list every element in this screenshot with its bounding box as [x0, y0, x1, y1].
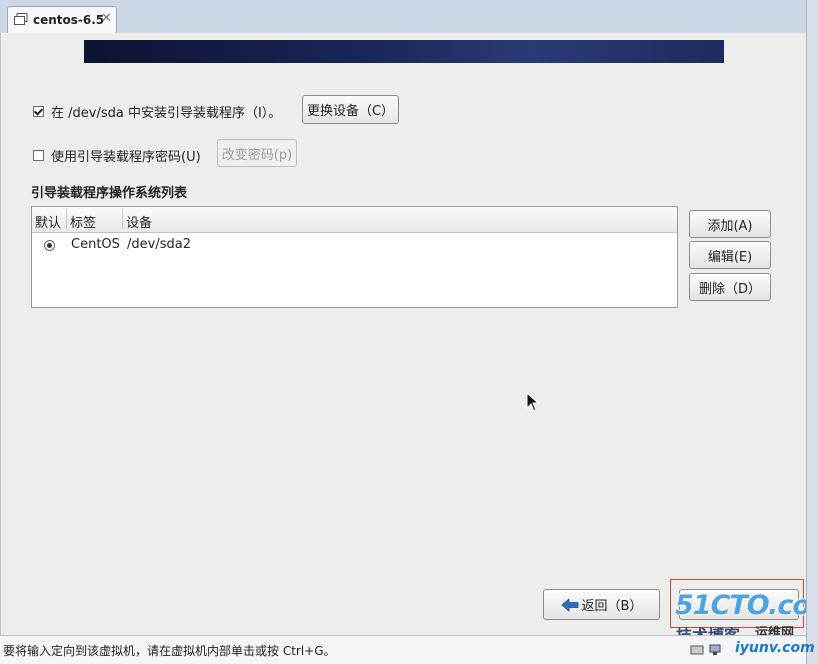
install-bootloader-checkbox[interactable]: [33, 106, 44, 117]
status-text: 要将输入定向到该虚拟机，请在虚拟机内部单击或按 Ctrl+G。: [3, 644, 336, 658]
bootloader-password-row: 使用引导装载程序密码(U): [33, 146, 201, 165]
window-right-border: [806, 0, 818, 664]
watermark-brand: 51CTO.com: [675, 590, 818, 621]
tab-centos[interactable]: centos-6.5 ✕: [7, 6, 117, 33]
vm-tab-bar: centos-6.5 ✕: [0, 0, 818, 36]
row-label: CentOS: [71, 237, 120, 252]
header-device[interactable]: 设备: [126, 212, 152, 231]
column-divider: [66, 210, 67, 229]
back-button-label: 返回（B）: [581, 599, 643, 614]
header-default[interactable]: 默认: [35, 212, 61, 231]
change-password-button[interactable]: 改变密码(p): [217, 139, 297, 167]
os-list-title: 引导装载程序操作系统列表: [31, 186, 188, 201]
add-button[interactable]: 添加(A): [689, 210, 771, 238]
install-bootloader-row: 在 /dev/sda 中安装引导装载程序（I）。: [33, 102, 281, 121]
network-icon[interactable]: [708, 643, 722, 657]
default-radio[interactable]: [44, 240, 55, 251]
change-device-button[interactable]: 更换设备（C）: [302, 95, 399, 124]
edit-button[interactable]: 编辑(E): [689, 241, 771, 269]
row-device: /dev/sda2: [127, 237, 191, 252]
vm-console[interactable]: 在 /dev/sda 中安装引导装载程序（I）。 更换设备（C） 使用引导装载程…: [0, 33, 807, 635]
os-list-table[interactable]: 默认 标签 设备 CentOS /dev/sda2: [31, 206, 678, 308]
vm-icon: [14, 13, 28, 25]
delete-button[interactable]: 删除（D）: [689, 273, 771, 301]
header-label[interactable]: 标签: [70, 212, 96, 231]
mouse-cursor-icon: [526, 392, 540, 412]
header-banner: [84, 40, 724, 63]
status-bar: 要将输入定向到该虚拟机，请在虚拟机内部单击或按 Ctrl+G。 iyunv.co…: [0, 635, 815, 664]
hdd-icon[interactable]: [690, 643, 704, 657]
bootloader-password-checkbox[interactable]: [33, 150, 44, 161]
install-bootloader-label: 在 /dev/sda 中安装引导装载程序（I）。: [51, 106, 282, 121]
back-button[interactable]: 返回（B）: [543, 589, 660, 620]
table-header: 默认 标签 设备: [32, 207, 677, 233]
column-divider: [122, 210, 123, 229]
bootloader-password-label: 使用引导装载程序密码(U): [51, 150, 201, 165]
watermark-url: iyunv.com: [735, 640, 815, 656]
close-icon[interactable]: ✕: [101, 11, 112, 26]
arrow-left-icon: [560, 597, 578, 612]
tab-title: centos-6.5: [33, 13, 105, 27]
